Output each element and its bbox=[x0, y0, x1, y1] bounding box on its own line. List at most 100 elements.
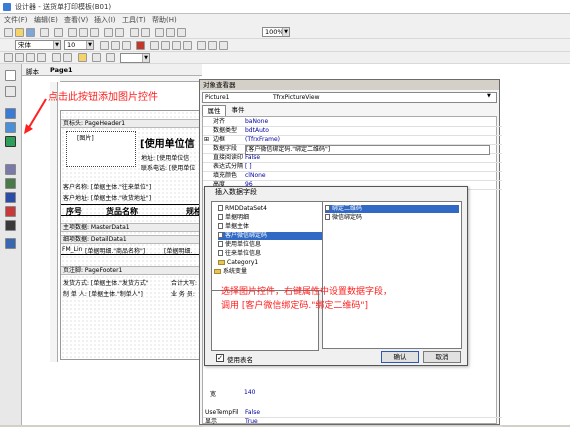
menu-view[interactable]: 查看(V) bbox=[64, 15, 88, 25]
valign-top-icon[interactable] bbox=[197, 41, 206, 50]
field-item[interactable]: 微信绑定码 bbox=[325, 214, 362, 222]
prop-row[interactable]: UseTempFil False bbox=[203, 409, 502, 418]
richtext-tool-icon[interactable] bbox=[5, 238, 16, 249]
menu-tools[interactable]: 工具(T) bbox=[122, 15, 146, 25]
frame-none-icon[interactable] bbox=[63, 53, 72, 62]
page-footer-band[interactable]: 页注脚: PageFooter1 bbox=[61, 266, 206, 275]
frame-width-combo[interactable]: ▼ bbox=[120, 53, 150, 63]
menu-help[interactable]: 帮助(H) bbox=[152, 15, 177, 25]
menu-file[interactable]: 文件(F) bbox=[4, 15, 28, 25]
field-list[interactable]: 绑定二维码 微信绑定码 bbox=[322, 201, 462, 349]
customer-address[interactable]: 客户地址: [单据主体."收货地址"] bbox=[63, 193, 151, 202]
tree-item[interactable]: RMDDataSet4 bbox=[218, 205, 267, 213]
prop-row[interactable]: ⊞ 边框 (TfrxFrame) bbox=[203, 136, 502, 145]
fit-grid-icon[interactable] bbox=[177, 28, 186, 37]
cut-icon[interactable] bbox=[68, 28, 77, 37]
prop-row-data-field[interactable]: 数据字段 [客户微信绑定码."绑定二维码"] bbox=[203, 145, 502, 155]
frame-bottom-icon[interactable] bbox=[15, 53, 24, 62]
align-grid-icon[interactable] bbox=[166, 28, 175, 37]
group-icon[interactable] bbox=[130, 28, 139, 37]
barcode-tool-icon[interactable] bbox=[5, 220, 16, 231]
prop-row[interactable]: 对齐 baNone bbox=[203, 118, 502, 127]
frame-all-icon[interactable] bbox=[52, 53, 61, 62]
fill-color-icon[interactable] bbox=[78, 53, 87, 62]
report-page[interactable]: 页标头: PageHeader1 [图片] [使用单位信 地址: [使用单位信 … bbox=[60, 110, 206, 360]
company-title[interactable]: [使用单位信 bbox=[140, 135, 195, 150]
save-icon[interactable] bbox=[26, 28, 35, 37]
page-setup-icon[interactable] bbox=[54, 28, 63, 37]
footer-total[interactable]: 合计大写: bbox=[171, 278, 197, 287]
copy-icon[interactable] bbox=[79, 28, 88, 37]
band-tool-icon[interactable] bbox=[5, 108, 16, 119]
tab-properties[interactable]: 属性 bbox=[202, 105, 226, 116]
font-color-icon[interactable] bbox=[136, 41, 145, 50]
tab-page1[interactable]: Page1 bbox=[50, 66, 73, 74]
align-left-icon[interactable] bbox=[150, 41, 159, 50]
tree-item[interactable]: Category1 bbox=[218, 259, 258, 267]
underline-icon[interactable] bbox=[122, 41, 131, 50]
preview-icon[interactable] bbox=[40, 28, 49, 37]
use-table-name-checkbox[interactable]: ✓ bbox=[216, 354, 224, 362]
valign-bottom-icon[interactable] bbox=[219, 41, 228, 50]
picture-tool-icon[interactable] bbox=[5, 136, 16, 147]
cancel-button[interactable]: 取消 bbox=[423, 351, 461, 363]
tab-events[interactable]: 事件 bbox=[226, 105, 250, 116]
footer-shipping[interactable]: 发货方式: [单据主体."发货方式" bbox=[63, 278, 149, 287]
menu-edit[interactable]: 编辑(E) bbox=[34, 15, 58, 25]
prop-row[interactable]: 数据类型 bdtAuto bbox=[203, 127, 502, 136]
detail-spec-field[interactable]: [单据明细. bbox=[164, 246, 192, 255]
field-item-selected[interactable]: 绑定二维码 bbox=[325, 205, 459, 213]
tree-item[interactable]: 单据主体 bbox=[218, 223, 249, 231]
tree-item[interactable]: 使用单位信息 bbox=[218, 241, 261, 249]
ungroup-icon[interactable] bbox=[141, 28, 150, 37]
align-right-icon[interactable] bbox=[172, 41, 181, 50]
expand-icon[interactable]: ⊞ bbox=[204, 136, 209, 144]
prop-row[interactable]: 填充颜色 clNone bbox=[203, 172, 502, 181]
frame-color-icon[interactable] bbox=[92, 53, 101, 62]
prop-row[interactable]: 显示 True bbox=[203, 418, 502, 427]
prop-row[interactable]: 宽 140 bbox=[204, 389, 354, 398]
menu-insert[interactable]: 插入(I) bbox=[94, 15, 116, 25]
tree-item[interactable]: 单据明细 bbox=[218, 214, 249, 222]
shape-tool-icon[interactable] bbox=[5, 192, 16, 203]
subreport-tool-icon[interactable] bbox=[5, 164, 16, 175]
column-seq[interactable]: 序号 bbox=[66, 206, 82, 217]
hand-tool-icon[interactable] bbox=[5, 86, 16, 97]
font-name-combo[interactable]: 宋体 ▼ bbox=[15, 40, 61, 50]
detail-goods-field[interactable]: [单据明细."商品名称"] bbox=[85, 246, 145, 255]
column-goods[interactable]: 货品名称 bbox=[106, 206, 138, 217]
frame-right-icon[interactable] bbox=[37, 53, 46, 62]
tree-item[interactable]: 往来单位信息 bbox=[218, 250, 261, 258]
undo-icon[interactable] bbox=[104, 28, 113, 37]
page-header-band[interactable]: 页标头: PageHeader1 bbox=[61, 119, 206, 128]
object-selector[interactable]: Picture1 TfrxPictureView ▼ bbox=[202, 92, 497, 103]
new-icon[interactable] bbox=[4, 28, 13, 37]
paste-icon[interactable] bbox=[90, 28, 99, 37]
frame-top-icon[interactable] bbox=[4, 53, 13, 62]
customer-name[interactable]: 客户名称: [单据主体."往来单位"] bbox=[63, 182, 151, 191]
chart-tool-icon[interactable] bbox=[5, 206, 16, 217]
line-tool-icon[interactable] bbox=[5, 178, 16, 189]
company-address[interactable]: 地址: [使用单位信 bbox=[141, 153, 189, 162]
footer-creator[interactable]: 制 单 人: [单据主体."制单人"] bbox=[63, 289, 143, 298]
align-justify-icon[interactable] bbox=[183, 41, 192, 50]
detail-data-band[interactable]: 细项数据: DetailData1 bbox=[61, 235, 206, 244]
align-center-icon[interactable] bbox=[161, 41, 170, 50]
italic-icon[interactable] bbox=[111, 41, 120, 50]
bold-icon[interactable] bbox=[100, 41, 109, 50]
font-size-combo[interactable]: 10 ▼ bbox=[64, 40, 94, 50]
frame-left-icon[interactable] bbox=[26, 53, 35, 62]
text-tool-icon[interactable] bbox=[5, 122, 16, 133]
prop-row[interactable]: 直接阅读印 False bbox=[203, 154, 502, 163]
picture-control[interactable]: [图片] bbox=[66, 131, 136, 167]
grid-icon[interactable] bbox=[155, 28, 164, 37]
detail-line-prefix[interactable]: FM_Lin bbox=[62, 246, 82, 253]
tree-item[interactable]: 系统变量 bbox=[214, 268, 247, 276]
master-data-band[interactable]: 主项数据: MasterData1 bbox=[61, 223, 206, 232]
company-phone[interactable]: 联系电话: [使用单位 bbox=[141, 163, 195, 172]
prop-row[interactable]: 表达式分隔[ ] bbox=[203, 163, 502, 172]
zoom-combo[interactable]: 100% ▼ bbox=[262, 27, 290, 37]
tab-script[interactable]: 脚本 bbox=[26, 66, 39, 76]
valign-center-icon[interactable] bbox=[208, 41, 217, 50]
select-tool-icon[interactable] bbox=[5, 70, 16, 81]
